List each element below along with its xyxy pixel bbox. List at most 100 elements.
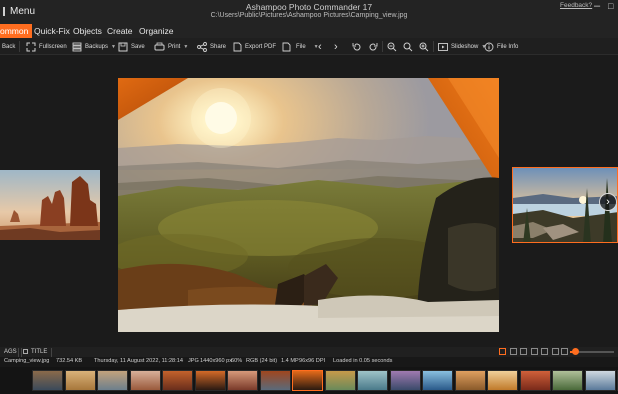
maximize-icon[interactable]: □ xyxy=(608,1,613,11)
filmstrip-thumbnail[interactable] xyxy=(259,370,291,391)
status-filename: Camping_view.jpg xyxy=(4,358,50,364)
status-bar: Camping_view.jpg 732.54 KB Thursday, 11 … xyxy=(0,357,618,367)
status-color: RGB (24 bit) xyxy=(246,358,278,364)
fullscreen-label: Fullscreen xyxy=(39,43,67,50)
filmstrip-thumbnail[interactable] xyxy=(194,370,226,391)
ribbon-tabs: ommon Quick-Fix Objects Create Organize xyxy=(0,24,618,38)
filmstrip-thumbnail[interactable] xyxy=(519,370,551,391)
camping-view-image xyxy=(118,78,499,332)
list-icon[interactable] xyxy=(520,348,527,355)
save-button[interactable]: Save xyxy=(118,38,145,55)
previous-image-preview[interactable] xyxy=(0,170,100,240)
filmstrip-thumbnail[interactable] xyxy=(97,370,128,391)
star-icon[interactable] xyxy=(499,348,506,355)
file-icon xyxy=(282,42,291,51)
filmstrip-thumbnail[interactable] xyxy=(389,370,421,391)
tab-objects[interactable]: Objects xyxy=(73,24,102,38)
chevron-down-icon: ▼ xyxy=(111,43,116,50)
photo-commander-window: Menu Ashampoo Photo Commander 17 C:\User… xyxy=(0,0,618,394)
filmstrip-thumbnail[interactable] xyxy=(64,370,96,391)
filmstrip-thumbnail[interactable] xyxy=(292,370,323,391)
title-tab[interactable]: TITLE xyxy=(18,348,53,357)
tab-create[interactable]: Create xyxy=(107,24,133,38)
file-button[interactable]: File ▼ xyxy=(282,38,319,55)
filmstrip-thumbnail[interactable] xyxy=(162,370,193,391)
title-bar: Menu Ashampoo Photo Commander 17 C:\User… xyxy=(0,0,618,24)
pdf-icon xyxy=(233,42,242,51)
monitor-icon[interactable] xyxy=(561,348,568,355)
slideshow-label: Slideshow xyxy=(451,43,479,50)
slider-knob[interactable] xyxy=(572,348,580,355)
status-filesize: 732.54 KB xyxy=(56,358,83,364)
title-tab-label: TITLE xyxy=(31,349,48,355)
tab-quick-fix[interactable]: Quick-Fix xyxy=(34,24,70,38)
zoom-out-icon xyxy=(387,42,397,51)
file-info-label: File Info xyxy=(497,43,519,50)
status-format: JPG xyxy=(188,358,199,364)
image-viewer: › xyxy=(0,56,618,346)
zoom-in-button[interactable] xyxy=(419,38,429,55)
file-path: C:\Users\Public\Pictures\Ashampoo Pictur… xyxy=(210,12,408,19)
feedback-link[interactable]: Feedback? xyxy=(560,2,592,9)
rotate-right-icon xyxy=(369,42,378,50)
zoom-fit-button[interactable] xyxy=(403,38,413,55)
tab-organize[interactable]: Organize xyxy=(139,24,174,38)
tab-common[interactable]: ommon xyxy=(0,24,33,38)
status-dpi: 96x96 DPI xyxy=(299,358,326,364)
filmstrip-thumbnail[interactable] xyxy=(324,370,356,391)
status-loaded: Loaded in 0.05 seconds xyxy=(333,358,393,364)
print-icon xyxy=(154,42,165,50)
file-label: File xyxy=(296,43,306,50)
chevron-right-icon: › xyxy=(334,40,338,53)
thumbnail-size-slider[interactable] xyxy=(570,348,614,355)
fullscreen-icon xyxy=(26,42,36,51)
filmstrip xyxy=(0,367,618,394)
backups-label: Backups xyxy=(85,43,109,50)
grid-icon[interactable] xyxy=(510,348,517,355)
back-label: Back xyxy=(2,43,16,50)
export-pdf-button[interactable]: Export PDF xyxy=(233,38,276,55)
status-megapixels: 1.4 MP xyxy=(281,358,299,364)
next-button[interactable]: › xyxy=(334,38,338,55)
filmstrip-thumbnail[interactable] xyxy=(454,370,486,391)
print-button[interactable]: Print ▼ xyxy=(154,38,188,55)
app-title: Ashampoo Photo Commander 17 xyxy=(245,2,373,12)
checkbox-icon xyxy=(23,348,28,354)
toolbar-divider xyxy=(382,41,383,52)
minimize-icon[interactable]: – xyxy=(594,0,600,12)
main-image[interactable] xyxy=(118,78,499,332)
filmstrip-thumbnail[interactable] xyxy=(32,370,63,391)
zoom-fit-icon xyxy=(403,42,413,51)
next-image-button[interactable]: › xyxy=(599,193,617,211)
tiles-icon[interactable] xyxy=(541,348,548,355)
filmstrip-thumbnail[interactable] xyxy=(552,370,583,391)
info-icon xyxy=(484,42,494,51)
filmstrip-icon[interactable] xyxy=(552,348,559,355)
slideshow-icon xyxy=(438,42,448,51)
filmstrip-thumbnail[interactable] xyxy=(584,370,616,391)
file-info-button[interactable]: File Info xyxy=(484,38,518,55)
filmstrip-thumbnail[interactable] xyxy=(129,370,161,391)
fullscreen-button[interactable]: Fullscreen xyxy=(26,38,67,55)
backups-button[interactable]: Backups ▼ xyxy=(72,38,116,55)
filmstrip-thumbnail[interactable] xyxy=(422,370,453,391)
filmstrip-thumbnail[interactable] xyxy=(487,370,518,391)
tags-bar: AGS TITLE xyxy=(0,347,618,357)
save-icon xyxy=(118,42,128,51)
share-label: Share xyxy=(210,43,227,50)
status-date: Thursday, 11 August 2022, 11:28:14 xyxy=(94,358,183,364)
previous-button[interactable]: ‹ xyxy=(318,38,322,55)
save-label: Save xyxy=(131,43,145,50)
filmstrip-thumbnail[interactable] xyxy=(357,370,388,391)
chevron-down-icon: ▼ xyxy=(183,43,189,50)
slideshow-button[interactable]: Slideshow ▼ xyxy=(438,38,486,55)
filmstrip-thumbnail[interactable] xyxy=(227,370,258,391)
status-dimensions: 1440x960 px xyxy=(200,358,233,364)
toolbar: Back Fullscreen Backups ▼ Save Print ▼ S… xyxy=(0,38,618,55)
details-icon[interactable] xyxy=(531,348,538,355)
back-button[interactable]: Back xyxy=(2,38,15,55)
rotate-right-button[interactable] xyxy=(368,38,378,55)
share-button[interactable]: Share xyxy=(197,38,226,55)
zoom-out-button[interactable] xyxy=(387,38,397,55)
rotate-left-button[interactable] xyxy=(352,38,362,55)
